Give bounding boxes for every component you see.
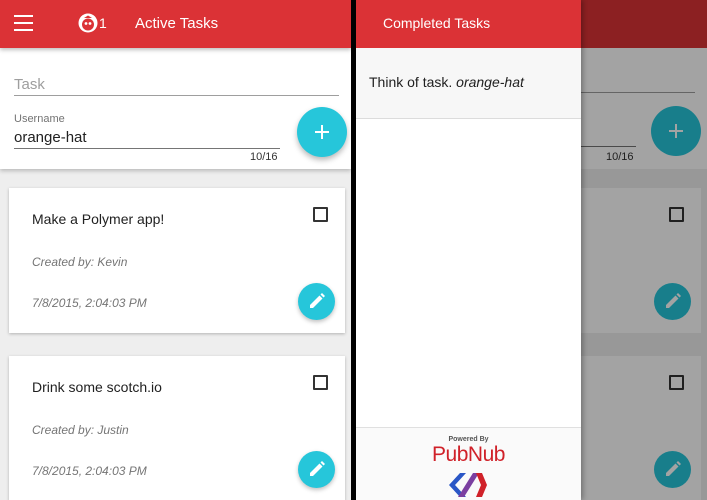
completed-tasks-screen: 10/16 Completed Tasks Think of task. ora… <box>356 0 707 500</box>
page-title: Active Tasks <box>135 15 219 32</box>
user-avatar-icon <box>78 13 98 33</box>
active-tasks-screen: 1 Active Tasks Username 10/16 Make a Pol… <box>0 0 351 500</box>
task-date: 7/8/2015, 2:04:03 PM <box>32 464 147 478</box>
completed-task-text: Think of task. orange-hat <box>369 74 524 90</box>
task-title: Drink some scotch.io <box>32 379 162 395</box>
completed-task-user: orange-hat <box>456 74 524 90</box>
edit-task-button[interactable] <box>298 283 335 320</box>
drawer-header: Completed Tasks <box>356 0 581 48</box>
username-label: Username <box>14 113 65 125</box>
task-complete-checkbox[interactable] <box>313 375 328 390</box>
task-card: Make a Polymer app! Created by: Kevin 7/… <box>9 188 345 333</box>
powered-by-label: Powered By <box>448 436 489 443</box>
edit-task-button[interactable] <box>298 451 335 488</box>
completed-task-title: Think of task. <box>369 74 453 90</box>
pencil-icon <box>310 461 325 476</box>
char-counter: 10/16 <box>250 151 278 163</box>
drawer-title: Completed Tasks <box>383 15 491 31</box>
task-date: 7/8/2015, 2:04:03 PM <box>32 296 147 310</box>
username-input[interactable] <box>14 127 280 149</box>
user-count: 1 <box>99 15 107 31</box>
completed-task-item[interactable]: Think of task. orange-hat <box>356 48 581 119</box>
task-input[interactable] <box>14 74 339 96</box>
pencil-icon <box>310 293 325 308</box>
task-card: Drink some scotch.io Created by: Justin … <box>9 356 345 500</box>
pubnub-logo: PubNub <box>432 443 505 466</box>
add-task-button[interactable] <box>297 107 347 157</box>
completed-tasks-drawer: Completed Tasks Think of task. orange-ha… <box>356 0 581 500</box>
polymer-logo-icon <box>449 473 487 497</box>
hamburger-menu-icon[interactable] <box>14 15 33 31</box>
plus-icon <box>315 125 329 139</box>
pubnub-footer: Powered By PubNub <box>356 427 581 500</box>
task-author: Created by: Kevin <box>32 255 128 269</box>
task-author: Created by: Justin <box>32 423 129 437</box>
app-toolbar: 1 Active Tasks <box>0 0 351 48</box>
task-title: Make a Polymer app! <box>32 211 165 227</box>
task-complete-checkbox[interactable] <box>313 207 328 222</box>
